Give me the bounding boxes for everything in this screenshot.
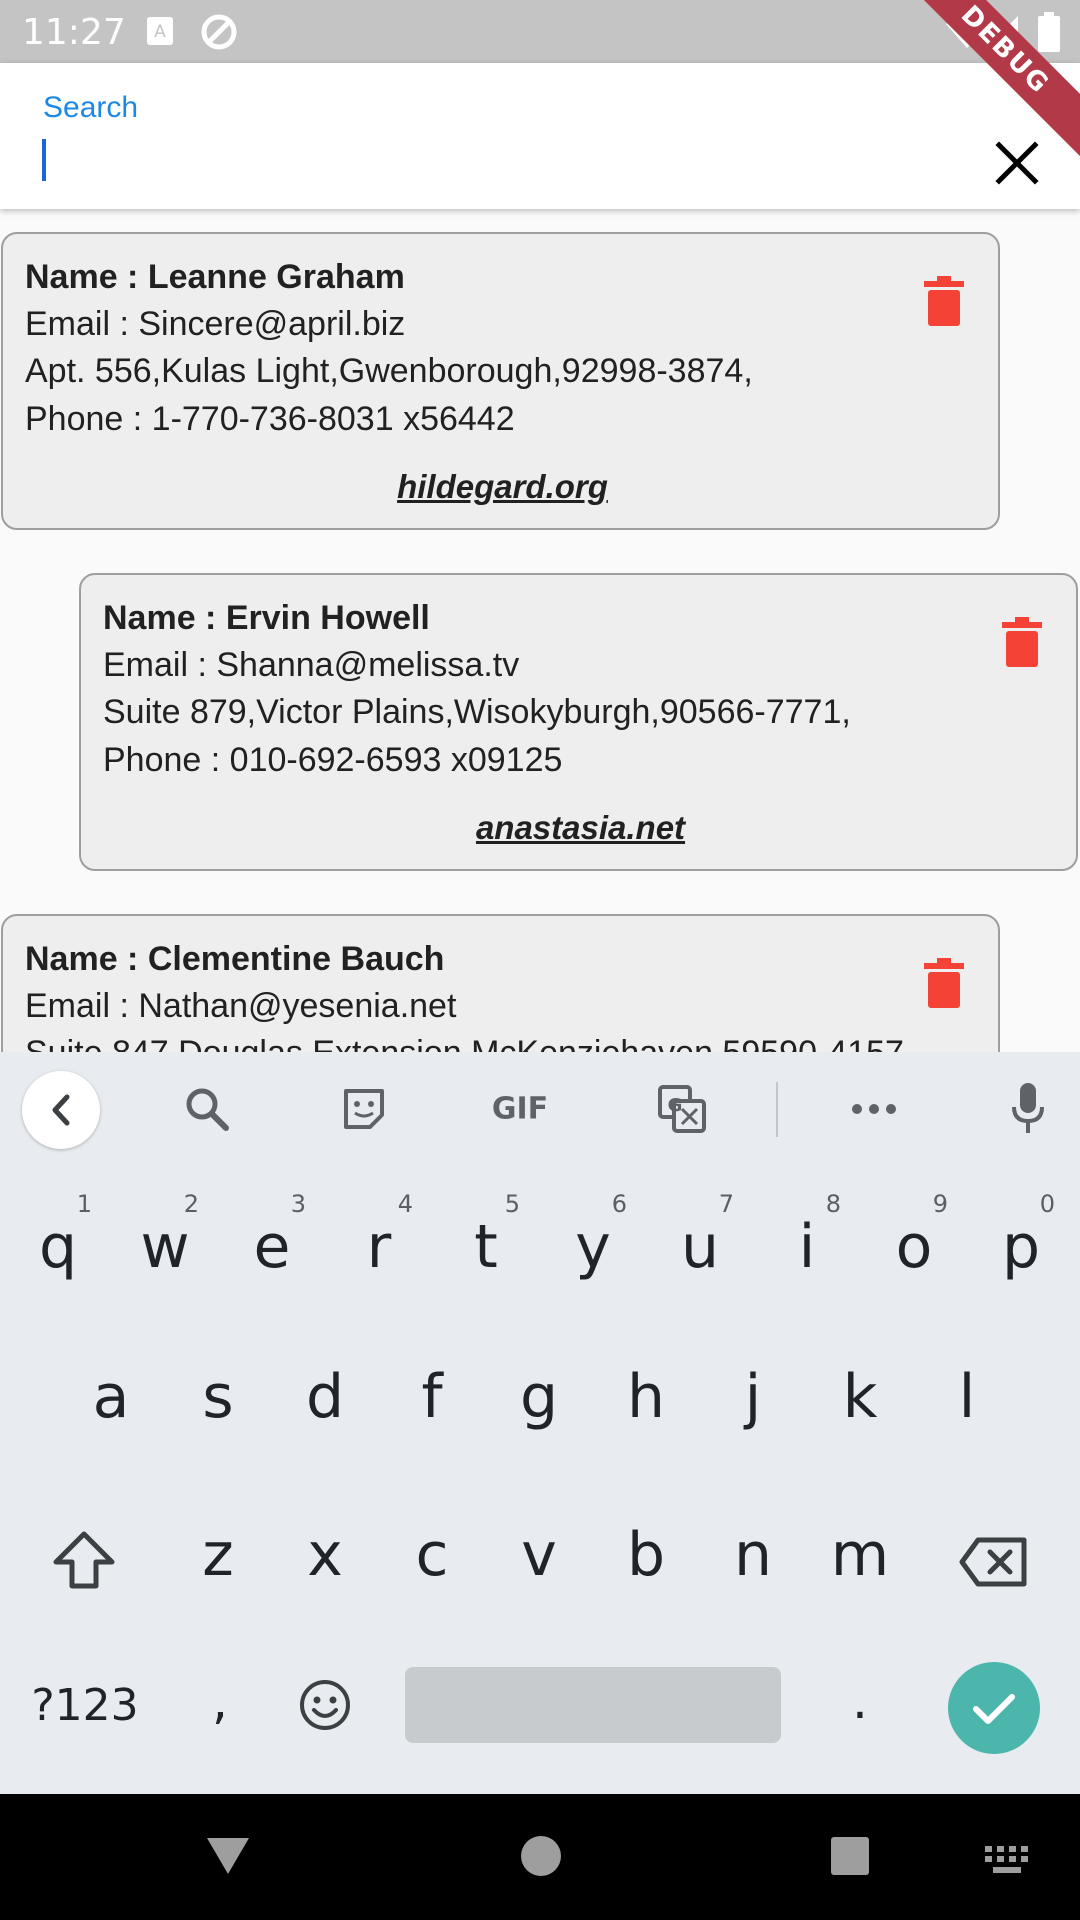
delete-button[interactable] <box>924 276 964 326</box>
contact-phone: Phone : 010-692-6593 x09125 <box>103 741 563 779</box>
trash-icon <box>924 276 964 326</box>
trash-icon <box>1002 617 1042 667</box>
search-input[interactable] <box>40 135 940 195</box>
contact-website-link[interactable]: anastasia.net <box>81 809 1080 847</box>
key-f[interactable]: f <box>392 1362 472 1432</box>
key-b[interactable]: b <box>606 1520 686 1590</box>
space-key[interactable] <box>405 1667 781 1743</box>
trash-icon <box>924 958 964 1008</box>
key-u[interactable]: u7 <box>660 1190 740 1282</box>
period-key[interactable]: . <box>830 1672 890 1730</box>
toolbar-divider <box>776 1082 778 1137</box>
delete-button[interactable] <box>1002 617 1042 667</box>
contact-address: Suite 879,Victor Plains,Wisokyburgh,9056… <box>103 693 851 731</box>
keyboard-switch-icon[interactable] <box>985 1846 1029 1874</box>
contact-website-link[interactable]: hildegard.org <box>3 468 1002 506</box>
key-p[interactable]: p0 <box>981 1190 1061 1282</box>
search-label: Search <box>43 91 139 124</box>
contact-name: Name : Leanne Graham <box>25 258 405 296</box>
search-icon[interactable] <box>182 1084 232 1134</box>
shift-icon <box>53 1531 115 1589</box>
contact-card[interactable]: Name : Clementine Bauch Email : Nathan@y… <box>1 914 1000 1052</box>
status-time: 11:27 <box>22 12 126 53</box>
key-c[interactable]: c <box>392 1520 472 1590</box>
more-icon[interactable] <box>850 1102 898 1116</box>
contact-email: Email : Nathan@yesenia.net <box>25 987 457 1025</box>
key-a[interactable]: a <box>71 1362 151 1432</box>
contact-card[interactable]: Name : Ervin Howell Email : Shanna@melis… <box>79 573 1078 871</box>
chevron-left-icon <box>52 1094 70 1126</box>
key-l[interactable]: l <box>927 1362 1007 1432</box>
key-h[interactable]: h <box>606 1362 686 1432</box>
key-z[interactable]: z <box>178 1520 258 1590</box>
keyboard-toolbar: GIF G <box>0 1052 1080 1167</box>
key-t[interactable]: t5 <box>446 1190 526 1282</box>
svg-text:G: G <box>668 1095 683 1116</box>
delete-button[interactable] <box>924 958 964 1008</box>
key-s[interactable]: s <box>178 1362 258 1432</box>
contact-address: Apt. 556,Kulas Light,Gwenborough,92998-3… <box>25 352 753 390</box>
translate-icon[interactable]: G <box>657 1084 707 1134</box>
key-d[interactable]: d <box>285 1362 365 1432</box>
enter-key[interactable] <box>948 1662 1040 1754</box>
sticker-icon[interactable] <box>340 1085 388 1133</box>
gif-button[interactable]: GIF <box>492 1092 548 1127</box>
emoji-icon <box>300 1680 350 1730</box>
keyboard-back-button[interactable] <box>22 1071 100 1149</box>
back-nav-icon[interactable] <box>205 1836 251 1876</box>
shift-key[interactable] <box>52 1530 116 1590</box>
text-notification-icon: A <box>147 17 173 45</box>
clear-search-button[interactable] <box>990 136 1044 190</box>
close-icon <box>995 141 1039 185</box>
key-q[interactable]: q1 <box>18 1190 98 1282</box>
key-i[interactable]: i8 <box>767 1190 847 1282</box>
recents-nav-icon[interactable] <box>830 1836 870 1876</box>
search-bar: Search <box>0 63 1080 209</box>
contact-list[interactable]: Name : Leanne Graham Email : Sincere@apr… <box>0 209 1080 1052</box>
comma-key[interactable]: , <box>190 1672 250 1730</box>
key-r[interactable]: r4 <box>339 1190 419 1282</box>
symbols-key[interactable]: ?123 <box>20 1680 150 1731</box>
microphone-icon[interactable] <box>1011 1083 1045 1135</box>
key-v[interactable]: v <box>499 1520 579 1590</box>
contact-address: Suite 847,Douglas Extension,McKenziehave… <box>25 1034 913 1052</box>
key-e[interactable]: e3 <box>232 1190 312 1282</box>
battery-icon <box>1038 12 1060 52</box>
contact-email: Email : Shanna@melissa.tv <box>103 646 520 684</box>
sync-circle-icon <box>201 14 237 50</box>
contact-name: Name : Ervin Howell <box>103 599 430 637</box>
contact-card[interactable]: Name : Leanne Graham Email : Sincere@apr… <box>1 232 1000 530</box>
key-y[interactable]: y6 <box>553 1190 633 1282</box>
home-nav-icon[interactable] <box>519 1834 563 1878</box>
key-w[interactable]: w2 <box>125 1190 205 1282</box>
key-m[interactable]: m <box>820 1520 900 1590</box>
key-g[interactable]: g <box>499 1362 579 1432</box>
emoji-key[interactable] <box>298 1678 352 1732</box>
navigation-bar <box>0 1794 1080 1920</box>
svg-text:A: A <box>154 22 166 42</box>
contact-phone: Phone : 1-770-736-8031 x56442 <box>25 400 515 438</box>
key-x[interactable]: x <box>285 1520 365 1590</box>
contact-email: Email : Sincere@april.biz <box>25 305 406 343</box>
key-k[interactable]: k <box>820 1362 900 1432</box>
backspace-icon <box>959 1537 1027 1587</box>
contact-name: Name : Clementine Bauch <box>25 940 445 978</box>
soft-keyboard: GIF G q1 w2 e3 r4 t5 y6 u7 i8 o9 p0 a s … <box>0 1052 1080 1794</box>
key-n[interactable]: n <box>713 1520 793 1590</box>
backspace-key[interactable] <box>958 1536 1030 1588</box>
check-icon <box>973 1694 1015 1724</box>
key-o[interactable]: o9 <box>874 1190 954 1282</box>
text-cursor <box>42 139 46 181</box>
key-j[interactable]: j <box>713 1362 793 1432</box>
status-bar: 11:27 A <box>0 0 1080 63</box>
